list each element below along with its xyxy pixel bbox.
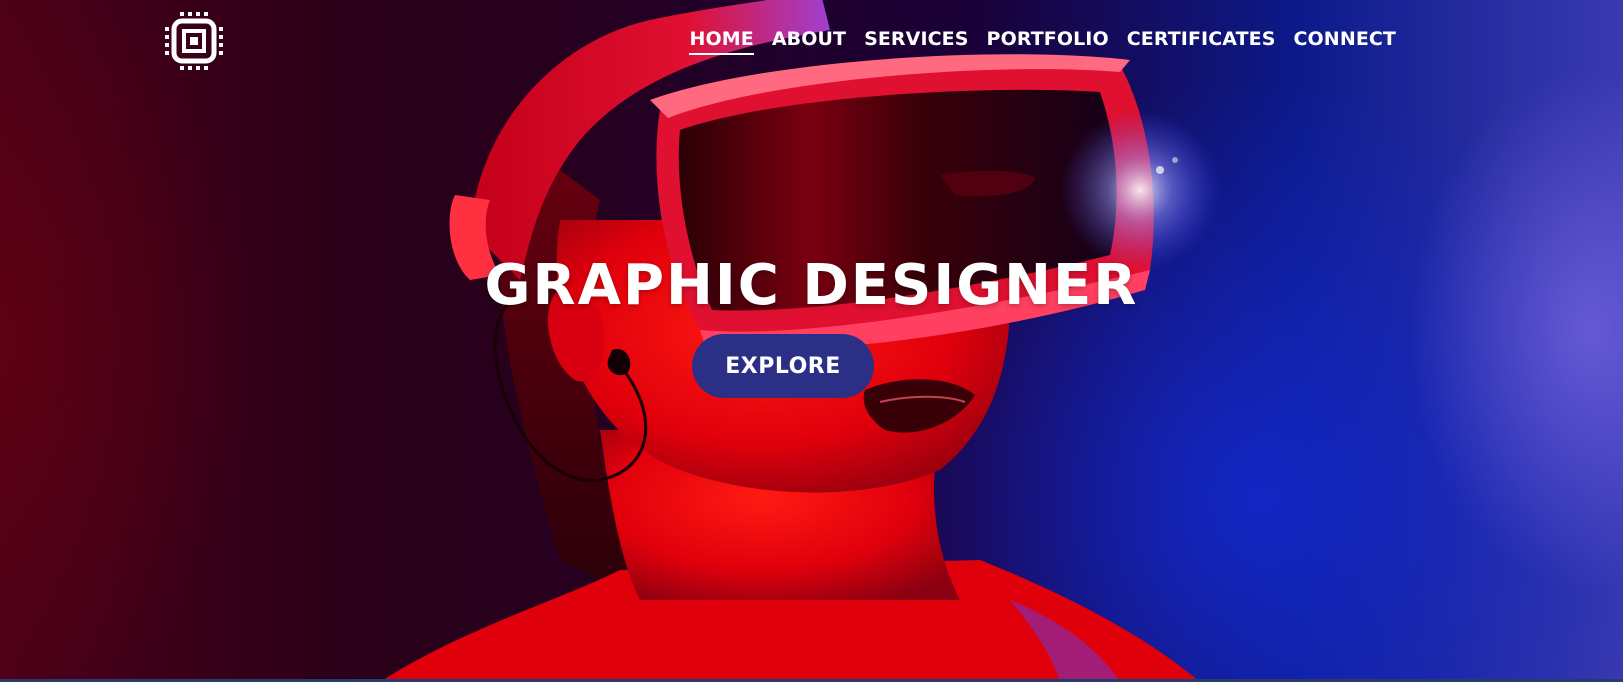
nav-item-services[interactable]: SERVICES bbox=[855, 26, 977, 55]
hero-section: HOME ABOUT SERVICES PORTFOLIO CERTIFICAT… bbox=[0, 0, 1623, 682]
explore-button[interactable]: EXPLORE bbox=[692, 334, 874, 398]
hero-headline: GRAPHIC DESIGNER bbox=[484, 252, 1139, 318]
nav-item-connect[interactable]: CONNECT bbox=[1285, 26, 1405, 55]
nav-item-certificates[interactable]: CERTIFICATES bbox=[1118, 26, 1285, 55]
nav-item-about[interactable]: ABOUT bbox=[763, 26, 855, 55]
main-nav: HOME ABOUT SERVICES PORTFOLIO CERTIFICAT… bbox=[680, 26, 1405, 55]
nav-item-home[interactable]: HOME bbox=[680, 26, 762, 55]
nav-item-portfolio[interactable]: PORTFOLIO bbox=[978, 26, 1118, 55]
cpu-chip-icon[interactable] bbox=[165, 12, 223, 70]
